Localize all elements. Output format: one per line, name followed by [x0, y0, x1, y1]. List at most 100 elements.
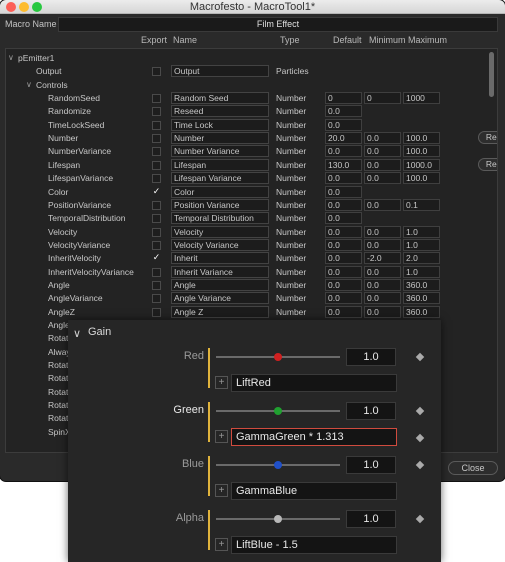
- expand-chevron-icon[interactable]: ∨: [8, 53, 14, 62]
- scrollbar[interactable]: [489, 52, 494, 97]
- min-value-field[interactable]: 0.0: [364, 225, 401, 238]
- default-value-field[interactable]: 0.0: [325, 105, 362, 118]
- display-name-field[interactable]: Angle Variance: [171, 292, 269, 305]
- export-checkbox[interactable]: [152, 307, 161, 317]
- list-row[interactable]: InheritVelocity ✓ Inherit Number 0.0 -2.0 2.0: [6, 252, 491, 265]
- list-row[interactable]: Lifespan Lifespan Number 130.00.01000.0 Rese…: [6, 157, 497, 172]
- max-value-field[interactable]: 100.0: [403, 132, 440, 145]
- expression-field[interactable]: GammaGreen * 1.313: [231, 428, 397, 446]
- list-row[interactable]: RandomSeed Random Seed Number 0 0 1000: [6, 92, 491, 105]
- default-value-field[interactable]: 0.0: [325, 292, 362, 305]
- list-row[interactable]: AngleVariance Angle Variance Number 0.0 0.0 3…: [6, 292, 491, 305]
- default-value-field[interactable]: 0.0: [325, 305, 362, 318]
- export-checkbox[interactable]: [152, 294, 161, 304]
- value-field[interactable]: 1.0: [346, 348, 396, 366]
- max-value-field[interactable]: 100.0: [403, 145, 440, 158]
- display-name-field[interactable]: Lifespan: [171, 158, 269, 171]
- expression-field[interactable]: LiftBlue - 1.5: [231, 536, 397, 554]
- max-value-field[interactable]: 1000.0: [403, 158, 440, 171]
- expression-field[interactable]: LiftRed: [231, 374, 397, 392]
- max-value-field[interactable]: 1000: [403, 92, 440, 105]
- value-field[interactable]: 1.0: [346, 402, 396, 420]
- min-value-field[interactable]: 0.0: [364, 158, 401, 171]
- default-value-field[interactable]: 0.0: [325, 238, 362, 251]
- min-value-field[interactable]: 0.0: [364, 198, 401, 211]
- export-checkbox[interactable]: [152, 267, 161, 277]
- display-name-field[interactable]: Angle Z: [171, 305, 269, 318]
- display-name-field[interactable]: Number: [171, 132, 269, 145]
- display-name-field[interactable]: Inherit Variance: [171, 265, 269, 278]
- keyframe-diamond-icon[interactable]: [415, 433, 425, 443]
- list-row[interactable]: Number Number Number 20.00.0100.0 Reset: [6, 131, 497, 145]
- max-value-field[interactable]: 360.0: [403, 292, 440, 305]
- min-value-field[interactable]: 0.0: [364, 305, 401, 318]
- default-value-field[interactable]: 0: [325, 92, 362, 105]
- display-name-field[interactable]: Temporal Distribution: [171, 212, 269, 225]
- export-checkbox[interactable]: [152, 67, 161, 77]
- display-name-field[interactable]: Velocity Variance: [171, 238, 269, 251]
- default-value-field[interactable]: 0.0: [325, 225, 362, 238]
- export-checkbox[interactable]: [152, 227, 161, 237]
- default-value-field[interactable]: 0.0: [325, 172, 362, 185]
- default-value-field[interactable]: 0.0: [325, 265, 362, 278]
- display-name-field[interactable]: Random Seed: [171, 92, 269, 105]
- add-expression-icon[interactable]: +: [215, 538, 228, 551]
- min-value-field[interactable]: 0: [364, 92, 401, 105]
- keyframe-diamond-icon[interactable]: [415, 406, 425, 416]
- list-row[interactable]: TimeLockSeed Time Lock Number 0.0: [6, 118, 491, 132]
- default-value-field[interactable]: 0.0: [325, 198, 362, 211]
- min-value-field[interactable]: 0.0: [364, 238, 401, 251]
- display-name-field[interactable]: Reseed: [171, 105, 269, 118]
- list-row[interactable]: Randomize Reseed Number 0.0: [6, 105, 491, 118]
- export-checkbox[interactable]: [152, 240, 161, 250]
- list-row[interactable]: InheritVelocityVariance Inherit Variance N…: [6, 265, 491, 279]
- default-value-field[interactable]: 0.0: [325, 185, 362, 198]
- display-name-field[interactable]: Number Variance: [171, 145, 269, 158]
- list-row[interactable]: ∨ Controls: [6, 79, 491, 92]
- display-name-field[interactable]: Output: [171, 65, 269, 78]
- max-value-field[interactable]: 1.0: [403, 225, 440, 238]
- min-value-field[interactable]: 0.0: [364, 278, 401, 291]
- max-value-field[interactable]: 360.0: [403, 305, 440, 318]
- export-checkbox[interactable]: ✓: [152, 253, 161, 263]
- slider-knob[interactable]: [274, 407, 282, 415]
- reset-button[interactable]: Reset: [478, 131, 497, 145]
- value-field[interactable]: 1.0: [346, 510, 396, 528]
- export-checkbox[interactable]: [152, 160, 161, 170]
- slider-knob[interactable]: [274, 461, 282, 469]
- min-value-field[interactable]: 0.0: [364, 292, 401, 305]
- list-row[interactable]: Velocity Velocity Number 0.0 0.0 1.0: [6, 225, 491, 239]
- default-value-field[interactable]: 0.0: [325, 278, 362, 291]
- list-row[interactable]: NumberVariance Number Variance Number 0.0 0.…: [6, 145, 491, 158]
- display-name-field[interactable]: Time Lock: [171, 118, 269, 131]
- min-value-field[interactable]: 0.0: [364, 172, 401, 185]
- max-value-field[interactable]: 100.0: [403, 172, 440, 185]
- export-checkbox[interactable]: [152, 280, 161, 290]
- expression-field[interactable]: GammaBlue: [231, 482, 397, 500]
- add-expression-icon[interactable]: +: [215, 484, 228, 497]
- keyframe-diamond-icon[interactable]: [415, 352, 425, 362]
- export-checkbox[interactable]: [152, 120, 161, 130]
- collapse-chevron-icon[interactable]: ∨: [73, 327, 81, 340]
- max-value-field[interactable]: 1.0: [403, 238, 440, 251]
- list-row[interactable]: AngleZ Angle Z Number 0.0 0.0 360.0: [6, 305, 491, 319]
- min-value-field[interactable]: 0.0: [364, 132, 401, 145]
- max-value-field[interactable]: 360.0: [403, 278, 440, 291]
- export-checkbox[interactable]: [152, 174, 161, 184]
- min-value-field[interactable]: -2.0: [364, 252, 401, 265]
- list-row[interactable]: Output Output Particles: [6, 65, 491, 78]
- export-checkbox[interactable]: [152, 94, 161, 104]
- export-checkbox[interactable]: [152, 147, 161, 157]
- add-expression-icon[interactable]: +: [215, 376, 228, 389]
- macro-name-field[interactable]: Film Effect: [58, 17, 498, 32]
- default-value-field[interactable]: 0.0: [325, 212, 362, 225]
- list-row[interactable]: VelocityVariance Velocity Variance Number 0…: [6, 238, 491, 252]
- list-row[interactable]: TemporalDistribution Temporal Distributio…: [6, 212, 491, 225]
- display-name-field[interactable]: Inherit: [171, 252, 269, 265]
- list-row[interactable]: ∨ pEmitter1: [6, 52, 491, 65]
- export-checkbox[interactable]: [152, 107, 161, 117]
- export-checkbox[interactable]: [152, 134, 161, 144]
- reset-button[interactable]: Reset: [478, 157, 497, 171]
- default-value-field[interactable]: 0.0: [325, 252, 362, 265]
- keyframe-diamond-icon[interactable]: [415, 460, 425, 470]
